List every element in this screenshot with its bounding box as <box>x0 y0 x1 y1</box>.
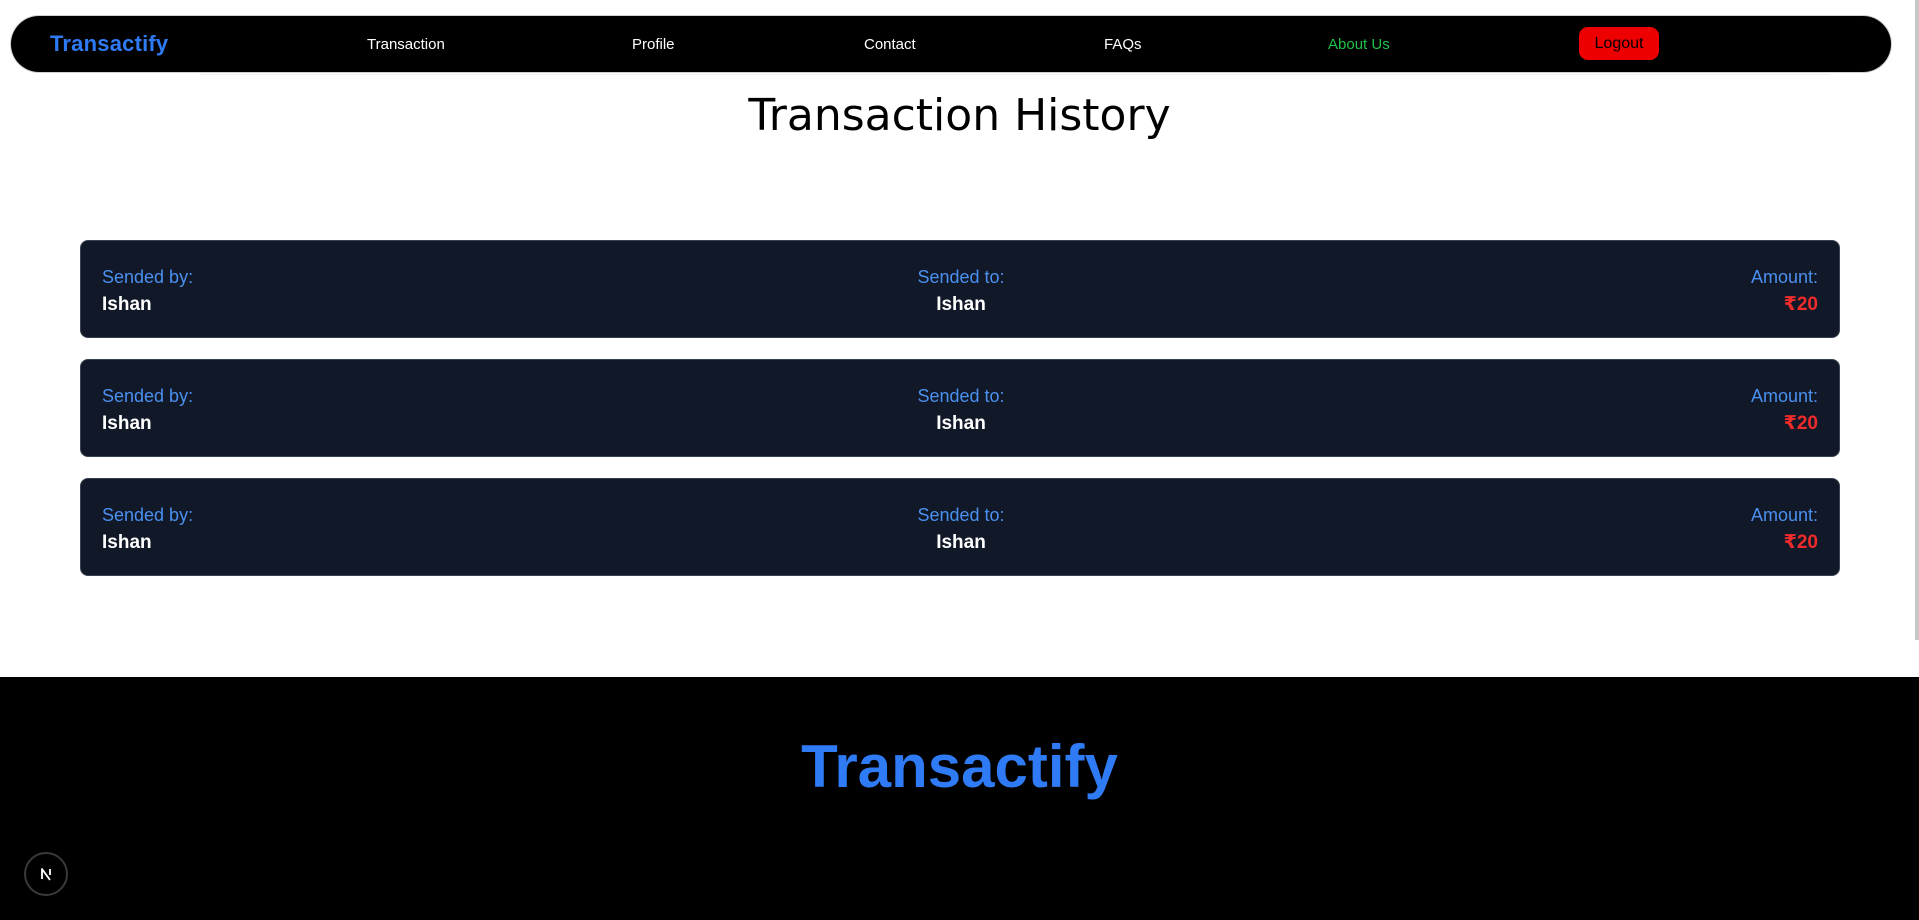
amount-column: Amount: ₹20 <box>1751 503 1818 556</box>
page-scrollbar[interactable] <box>1915 0 1919 640</box>
sender-column: Sended by: Ishan <box>102 384 193 437</box>
nav-link-profile[interactable]: Profile <box>632 36 675 53</box>
nav-link-about-us[interactable]: About Us <box>1328 36 1390 53</box>
amount-label: Amount: <box>1750 386 1818 406</box>
transaction-card: Sended to: Ishan Sended by: Ishan Amount… <box>80 359 1840 457</box>
footer: Transactify <box>0 677 1919 920</box>
amount-column: Amount: ₹20 <box>1751 384 1818 437</box>
recipient-label: Sended to: <box>917 386 1005 406</box>
recipient-name: Ishan <box>936 413 986 434</box>
amount-column: Amount: ₹20 <box>1751 265 1818 318</box>
recipient-label: Sended to: <box>917 505 1005 525</box>
recipient-name: Ishan <box>936 532 986 553</box>
amount-value: ₹20 <box>1783 294 1818 315</box>
sender-name: Ishan <box>102 294 152 315</box>
sender-column: Sended by: Ishan <box>102 503 193 556</box>
amount-value: ₹20 <box>1783 532 1818 553</box>
sender-name: Ishan <box>102 532 152 553</box>
amount-label: Amount: <box>1750 505 1818 525</box>
nav-link-faqs[interactable]: FAQs <box>1104 36 1142 53</box>
nav-link-contact[interactable]: Contact <box>864 36 916 53</box>
amount-value: ₹20 <box>1783 413 1818 434</box>
sender-name: Ishan <box>102 413 152 434</box>
recipient-column: Sended to: Ishan <box>81 503 1841 556</box>
sender-label: Sended by: <box>102 505 194 525</box>
nextjs-n-glyph-icon <box>36 864 56 884</box>
recipient-column: Sended to: Ishan <box>81 265 1841 318</box>
recipient-label: Sended to: <box>917 267 1005 287</box>
nextjs-logo-icon[interactable] <box>24 852 68 896</box>
page-title: Transaction History <box>748 90 1171 141</box>
brand-logo-link[interactable]: Transactify <box>50 31 168 57</box>
nav-link-transaction[interactable]: Transaction <box>367 36 445 53</box>
amount-label: Amount: <box>1750 267 1818 287</box>
sender-column: Sended by: Ishan <box>102 265 193 318</box>
page: Transactify Transaction Profile Contact … <box>0 0 1919 920</box>
footer-brand: Transactify <box>801 733 1118 800</box>
navbar: Transactify Transaction Profile Contact … <box>11 16 1891 72</box>
transaction-card: Sended to: Ishan Sended by: Ishan Amount… <box>80 478 1840 576</box>
transaction-list: Sended to: Ishan Sended by: Ishan Amount… <box>80 240 1840 597</box>
sender-label: Sended by: <box>102 386 194 406</box>
transaction-card: Sended to: Ishan Sended by: Ishan Amount… <box>80 240 1840 338</box>
navbar-divider <box>200 74 1830 75</box>
recipient-column: Sended to: Ishan <box>81 384 1841 437</box>
recipient-name: Ishan <box>936 294 986 315</box>
logout-button[interactable]: Logout <box>1579 27 1659 60</box>
sender-label: Sended by: <box>102 267 194 287</box>
